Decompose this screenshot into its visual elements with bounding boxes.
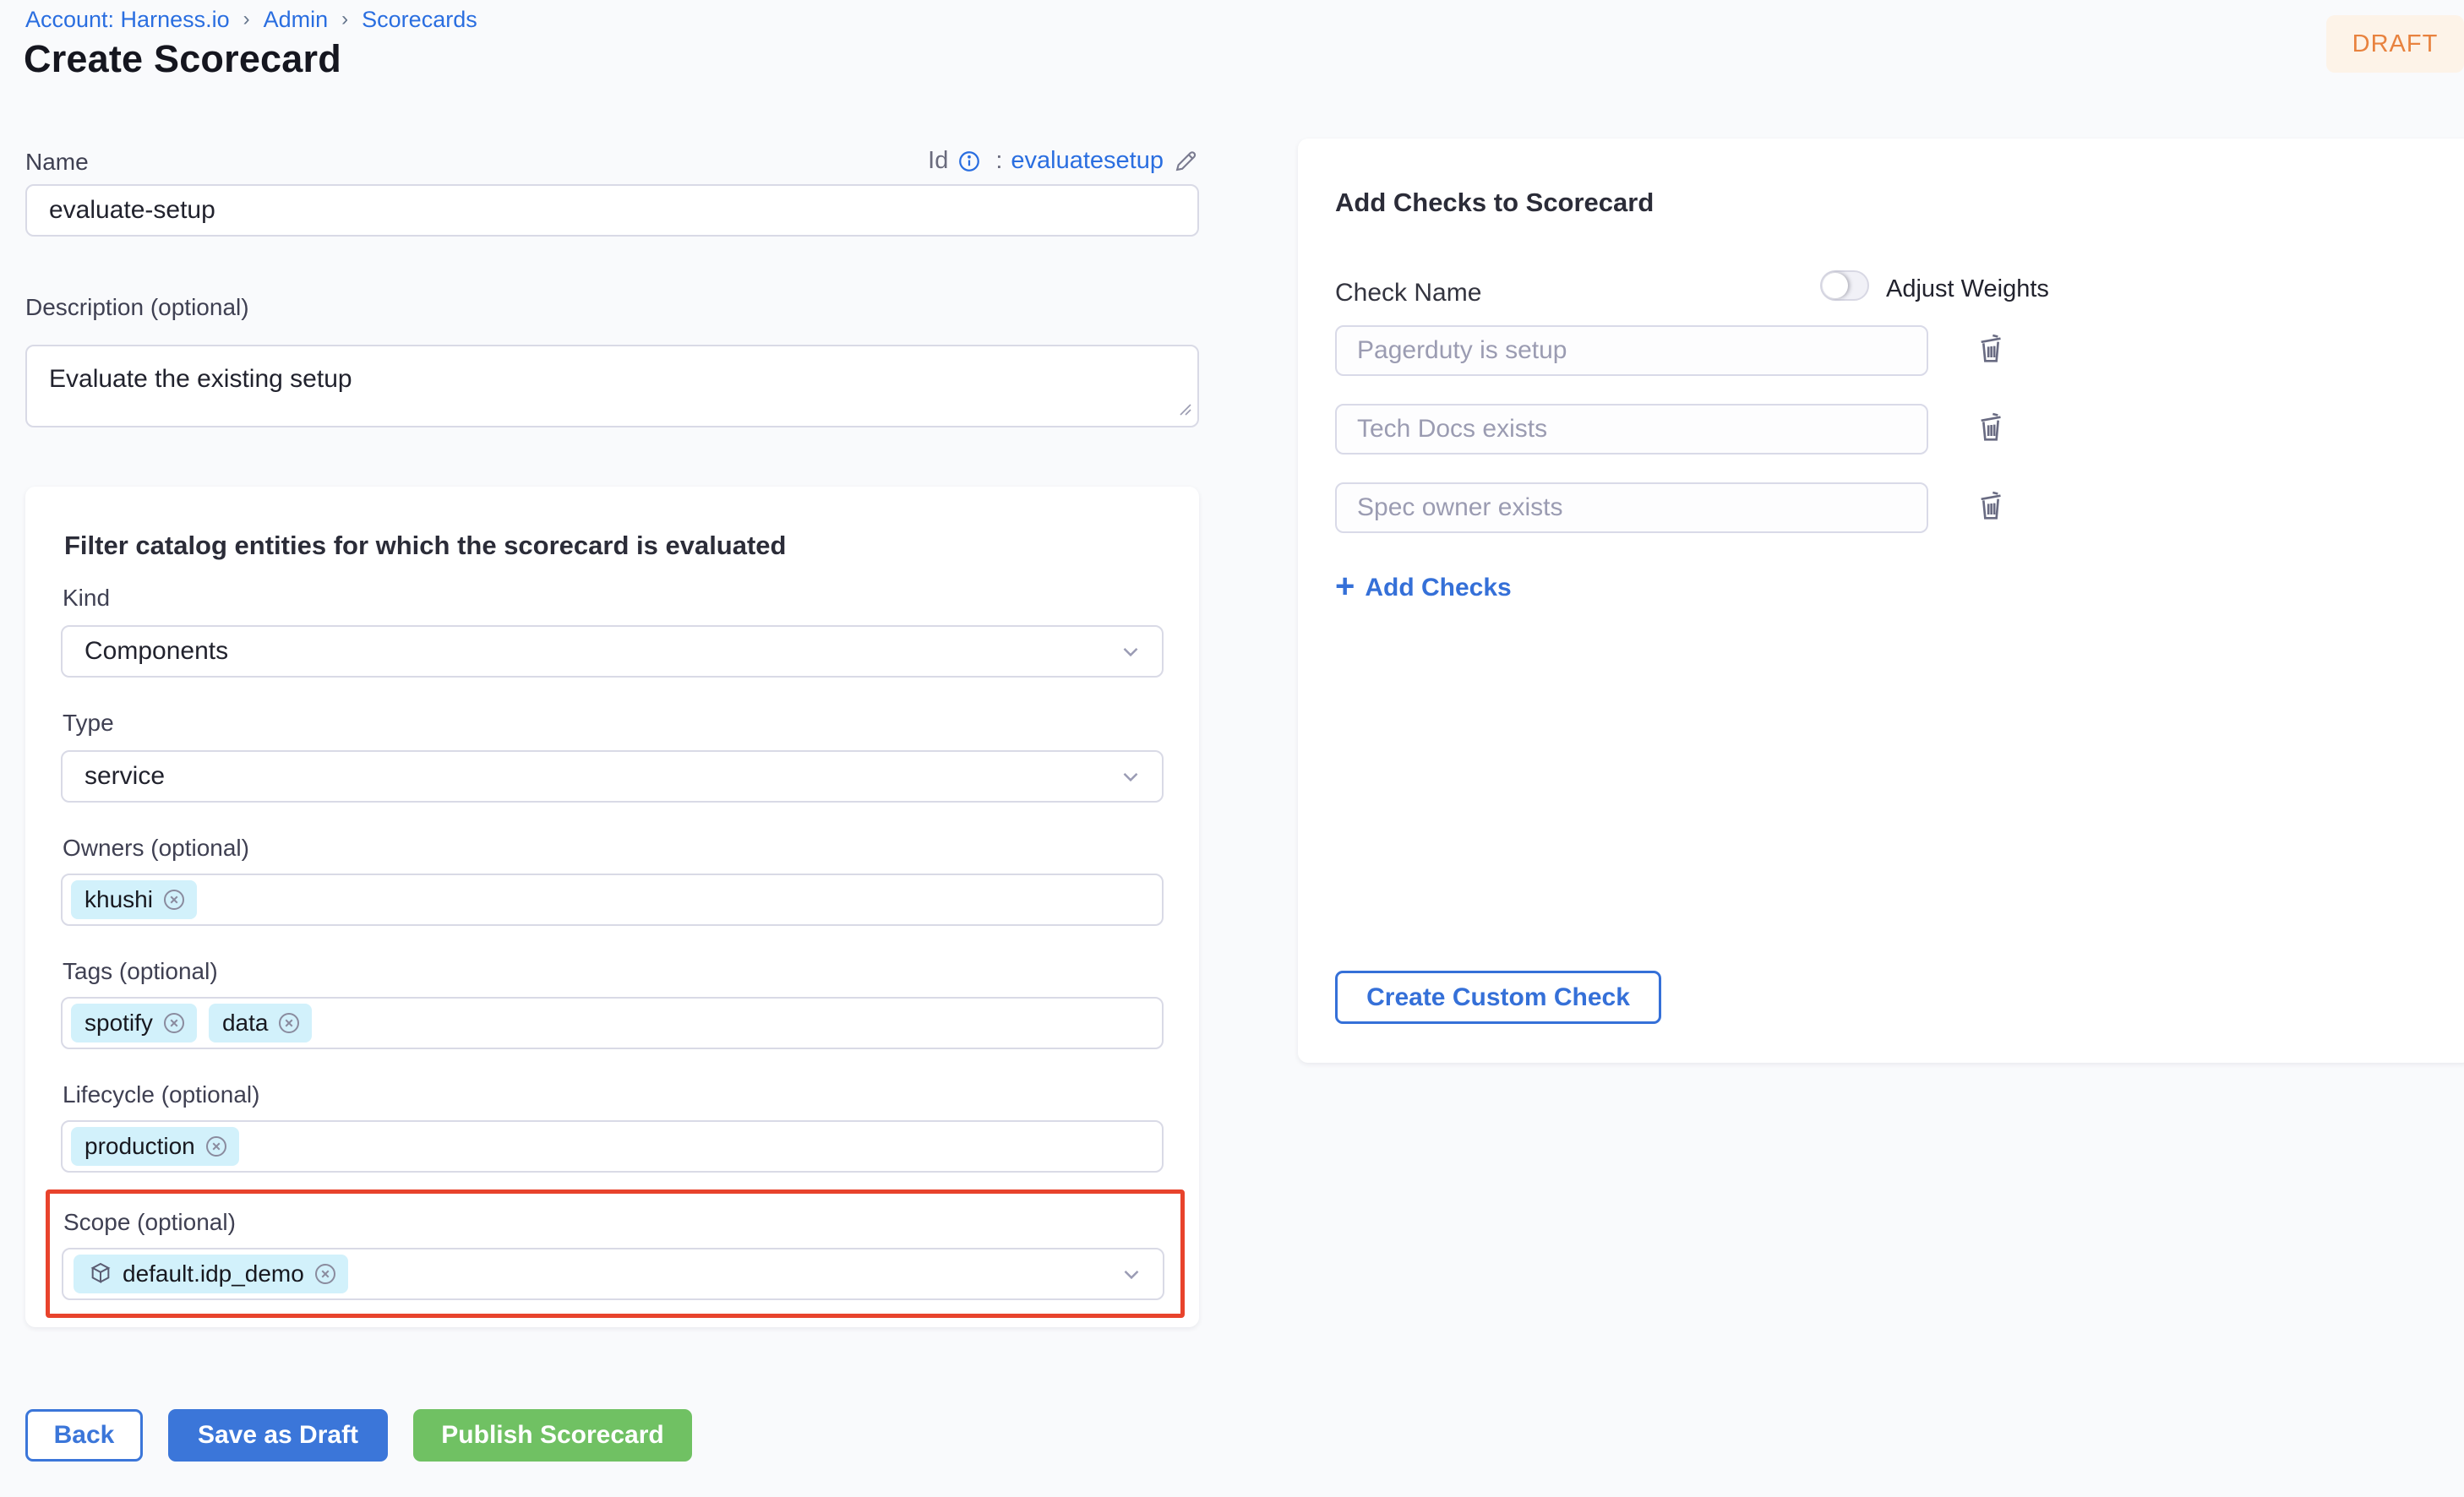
filter-entities-card: Filter catalog entities for which the sc… bbox=[25, 487, 1199, 1327]
form-actions: Back Save as Draft Publish Scorecard bbox=[25, 1409, 692, 1462]
add-checks-label: Add Checks bbox=[1365, 574, 1511, 602]
lifecycle-input[interactable]: production bbox=[61, 1120, 1164, 1173]
breadcrumb-separator-icon: › bbox=[341, 8, 348, 31]
check-name-input[interactable] bbox=[1335, 404, 1928, 455]
chevron-down-icon bbox=[1118, 764, 1143, 789]
save-as-draft-button[interactable]: Save as Draft bbox=[168, 1409, 388, 1462]
name-input[interactable] bbox=[25, 184, 1199, 237]
id-row: Id : evaluatesetup bbox=[25, 147, 1199, 175]
type-label: Type bbox=[63, 710, 114, 737]
back-button[interactable]: Back bbox=[25, 1409, 143, 1462]
type-select[interactable]: service bbox=[61, 750, 1164, 803]
plus-icon: + bbox=[1335, 569, 1355, 603]
kind-select[interactable]: Components bbox=[61, 625, 1164, 678]
kind-selected-value: Components bbox=[84, 637, 228, 666]
breadcrumb-separator-icon: › bbox=[243, 8, 250, 31]
tag-chip-label: data bbox=[222, 1010, 269, 1037]
adjust-weights-label: Adjust Weights bbox=[1886, 275, 2049, 303]
scope-highlight-box: Scope (optional) default.idp_demo bbox=[46, 1189, 1185, 1318]
add-checks-card: Add Checks to Scorecard Check Name Adjus… bbox=[1298, 139, 2464, 1063]
adjust-weights-toggle[interactable] bbox=[1820, 270, 1869, 301]
lifecycle-label: Lifecycle (optional) bbox=[63, 1081, 259, 1108]
tags-input[interactable]: spotify data bbox=[61, 997, 1164, 1049]
trash-icon bbox=[1974, 330, 2008, 367]
check-name-label: Check Name bbox=[1335, 279, 1481, 308]
owner-chip-label: khushi bbox=[84, 886, 153, 913]
edit-pencil-icon[interactable] bbox=[1172, 148, 1199, 175]
trash-icon bbox=[1974, 487, 2008, 525]
remove-chip-icon[interactable] bbox=[313, 1261, 338, 1287]
id-value-link[interactable]: evaluatesetup bbox=[1011, 147, 1164, 175]
id-caption: Id bbox=[928, 147, 948, 175]
check-name-input[interactable] bbox=[1335, 482, 1928, 533]
type-selected-value: service bbox=[84, 762, 165, 791]
breadcrumb-scorecards-link[interactable]: Scorecards bbox=[362, 7, 477, 33]
trash-icon bbox=[1974, 409, 2008, 446]
tag-chip: spotify bbox=[71, 1004, 197, 1042]
scope-label: Scope (optional) bbox=[63, 1209, 236, 1236]
description-field-wrap: Evaluate the existing setup bbox=[25, 345, 1199, 427]
filter-card-title: Filter catalog entities for which the sc… bbox=[64, 531, 786, 561]
delete-check-button[interactable] bbox=[1972, 329, 2009, 370]
toggle-knob bbox=[1823, 273, 1848, 298]
owners-input[interactable]: khushi bbox=[61, 874, 1164, 926]
lifecycle-chip-label: production bbox=[84, 1133, 195, 1160]
chevron-down-icon bbox=[1119, 1261, 1144, 1287]
remove-chip-icon[interactable] bbox=[161, 887, 187, 912]
owner-chip: khushi bbox=[71, 880, 197, 919]
id-colon: : bbox=[995, 147, 1002, 175]
add-checks-link[interactable]: + Add Checks bbox=[1335, 571, 1512, 605]
publish-scorecard-button[interactable]: Publish Scorecard bbox=[413, 1409, 692, 1462]
description-label: Description (optional) bbox=[25, 294, 249, 321]
breadcrumb-account-link[interactable]: Account: Harness.io bbox=[25, 7, 230, 33]
remove-chip-icon[interactable] bbox=[161, 1010, 187, 1036]
scope-chip-label: default.idp_demo bbox=[123, 1260, 304, 1287]
scope-chip: default.idp_demo bbox=[74, 1255, 348, 1293]
remove-chip-icon[interactable] bbox=[276, 1010, 302, 1036]
tag-chip: data bbox=[209, 1004, 313, 1042]
page-title: Create Scorecard bbox=[24, 37, 341, 81]
breadcrumb-admin-link[interactable]: Admin bbox=[264, 7, 329, 33]
create-custom-check-button[interactable]: Create Custom Check bbox=[1335, 971, 1661, 1024]
lifecycle-chip: production bbox=[71, 1127, 239, 1166]
breadcrumb: Account: Harness.io › Admin › Scorecards bbox=[25, 7, 477, 33]
scope-select[interactable]: default.idp_demo bbox=[62, 1248, 1164, 1300]
remove-chip-icon[interactable] bbox=[204, 1134, 229, 1159]
tag-chip-label: spotify bbox=[84, 1010, 153, 1037]
kind-label: Kind bbox=[63, 585, 110, 612]
resize-grip-icon[interactable] bbox=[1177, 401, 1192, 421]
delete-check-button[interactable] bbox=[1972, 487, 2009, 527]
check-name-input[interactable] bbox=[1335, 325, 1928, 376]
description-textarea[interactable]: Evaluate the existing setup bbox=[25, 345, 1199, 427]
tags-label: Tags (optional) bbox=[63, 958, 218, 985]
delete-check-button[interactable] bbox=[1972, 408, 2009, 449]
cube-icon bbox=[87, 1260, 114, 1287]
add-checks-title: Add Checks to Scorecard bbox=[1335, 188, 1654, 218]
create-scorecard-page: Account: Harness.io › Admin › Scorecards… bbox=[0, 0, 2464, 1497]
owners-label: Owners (optional) bbox=[63, 835, 249, 862]
chevron-down-icon bbox=[1118, 639, 1143, 664]
info-icon[interactable] bbox=[957, 149, 982, 174]
status-badge: DRAFT bbox=[2326, 15, 2464, 73]
